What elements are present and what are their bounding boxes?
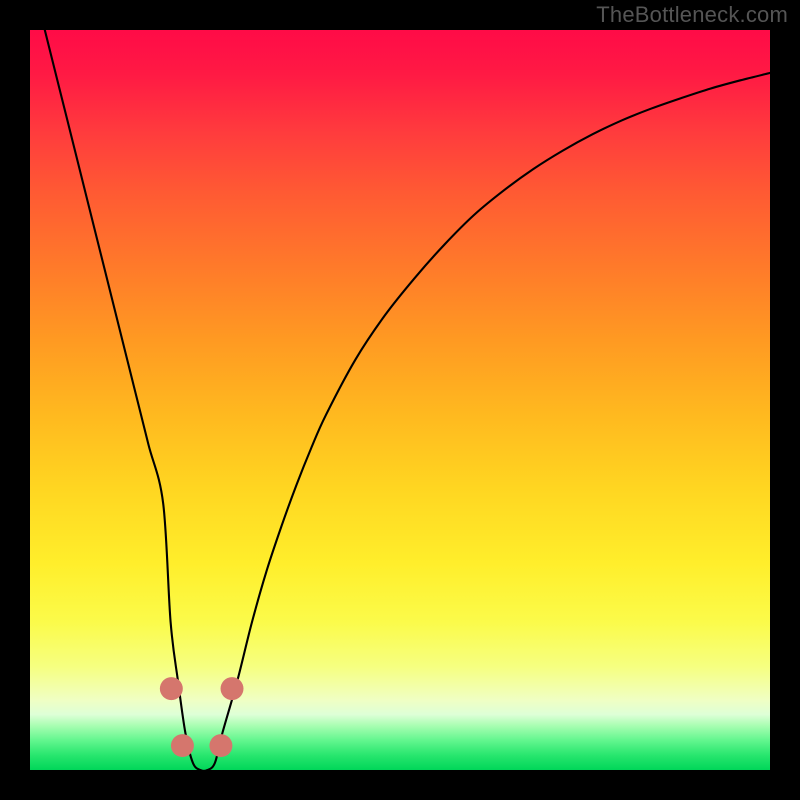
curve-layer: [30, 30, 770, 770]
curve-markers: [160, 677, 244, 757]
bottleneck-curve: [30, 30, 770, 770]
curve-marker: [160, 677, 183, 700]
curve-marker: [221, 677, 244, 700]
curve-marker: [171, 734, 194, 757]
watermark-text: TheBottleneck.com: [596, 2, 788, 28]
chart-frame: TheBottleneck.com: [0, 0, 800, 800]
plot-area: [30, 30, 770, 770]
curve-marker: [209, 734, 232, 757]
